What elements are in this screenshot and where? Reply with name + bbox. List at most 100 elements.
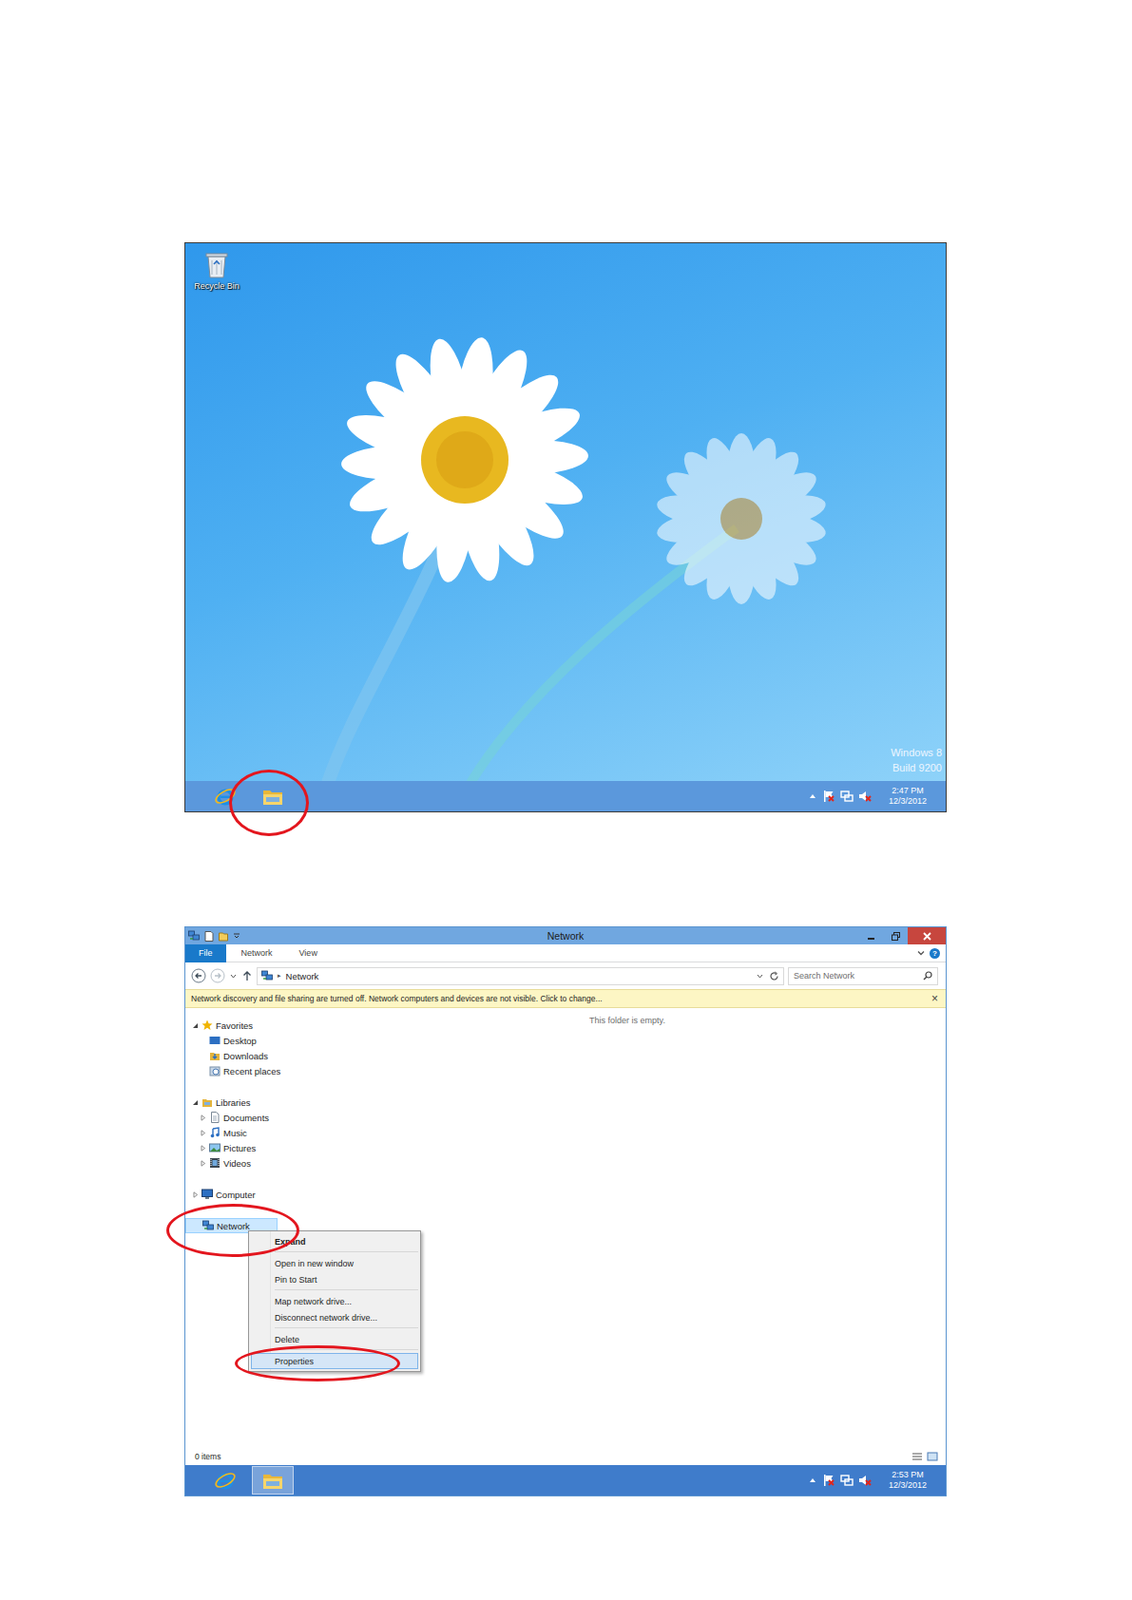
show-hidden-icons-icon[interactable]: [807, 1476, 818, 1486]
caption-buttons: [858, 927, 946, 945]
internet-explorer-button[interactable]: [204, 782, 247, 811]
breadcrumb-separator[interactable]: ▸: [277, 972, 282, 980]
menu-item[interactable]: Open in new window: [250, 1255, 419, 1272]
title-bar: Network: [185, 927, 946, 945]
clock[interactable]: 2:47 PM 12/3/2012: [877, 786, 939, 808]
close-button[interactable]: [907, 927, 946, 945]
nav-item[interactable]: Recent places: [185, 1063, 292, 1079]
ribbon-tab[interactable]: File: [185, 944, 227, 963]
info-bar-close[interactable]: ×: [931, 992, 939, 1006]
large-icons-view-icon[interactable]: [926, 1452, 939, 1462]
network-icon: [188, 930, 200, 942]
recent-icon: [209, 1065, 221, 1077]
nav-item-label: Videos: [223, 1158, 251, 1170]
ribbon-tab[interactable]: Network: [230, 944, 285, 963]
menu-item[interactable]: Disconnect network drive...: [250, 1309, 419, 1326]
restore-icon: [891, 932, 901, 941]
music-icon: [209, 1127, 221, 1139]
nav-item-label: Desktop: [223, 1036, 257, 1047]
internet-explorer-button[interactable]: [204, 1466, 247, 1496]
clock-date: 12/3/2012: [888, 796, 927, 807]
annotation-circle: [229, 769, 309, 837]
restore-button[interactable]: [882, 927, 908, 945]
expand-ribbon-icon[interactable]: [916, 948, 926, 959]
download-icon: [209, 1050, 221, 1062]
menu-item[interactable]: Expand: [250, 1233, 419, 1250]
expander[interactable]: [198, 1145, 207, 1152]
nav-item[interactable]: Documents: [185, 1110, 281, 1126]
recycle-bin-shortcut[interactable]: Recycle Bin: [191, 250, 243, 291]
nav-item[interactable]: Computer: [185, 1187, 268, 1203]
up-arrow-icon[interactable]: [241, 970, 253, 982]
action-center-flag-icon[interactable]: [822, 1474, 836, 1488]
help-button[interactable]: ?: [929, 948, 941, 960]
breadcrumb[interactable]: Network: [286, 971, 320, 982]
folder-icon: [261, 1470, 285, 1492]
nav-item[interactable]: Videos: [185, 1155, 263, 1171]
nav-item[interactable]: Libraries: [185, 1094, 262, 1111]
watermark-line: Build 9200: [892, 762, 942, 774]
expander[interactable]: [191, 1022, 199, 1030]
menu-item[interactable]: Map network drive...: [250, 1293, 419, 1310]
window-title: Network: [547, 930, 585, 942]
document-icon: [209, 1112, 221, 1124]
search-placeholder: Search Network: [793, 971, 855, 981]
close-icon: [922, 932, 932, 941]
details-view-icon[interactable]: [911, 1452, 923, 1462]
refresh-icon[interactable]: [768, 971, 780, 982]
info-bar-message[interactable]: Network discovery and file sharing are t…: [191, 994, 932, 1004]
address-dropdown-icon[interactable]: [755, 972, 765, 981]
address-bar[interactable]: ▸ Network: [256, 967, 785, 986]
nav-item-label: Downloads: [223, 1051, 269, 1062]
navigation-pane: Favorites Desktop Downloads Recent place…: [185, 1008, 309, 1449]
network-icon: [261, 970, 273, 982]
nav-item[interactable]: Downloads: [185, 1048, 280, 1064]
expander[interactable]: [198, 1160, 207, 1168]
clock[interactable]: 2:53 PM 12/3/2012: [877, 1470, 939, 1493]
action-center-flag-icon[interactable]: [822, 789, 836, 804]
recycle-bin-label: Recycle Bin: [193, 281, 240, 291]
network-status-icon[interactable]: [840, 1474, 854, 1488]
menu-separator: [274, 1289, 419, 1291]
search-field[interactable]: Search Network: [787, 967, 939, 986]
navigation-bar: ▸ Network Search Network: [185, 962, 946, 990]
back-button[interactable]: [191, 968, 207, 984]
computer-icon: [201, 1189, 213, 1201]
library-icon: [201, 1096, 213, 1109]
properties-icon[interactable]: [204, 931, 214, 942]
nav-item[interactable]: Favorites: [185, 1017, 265, 1034]
item-count: 0 items: [194, 1452, 221, 1462]
volume-muted-icon[interactable]: [858, 789, 872, 804]
info-bar[interactable]: Network discovery and file sharing are t…: [185, 989, 946, 1009]
minimize-button[interactable]: [858, 927, 883, 945]
menu-item[interactable]: Pin to Start: [250, 1271, 419, 1288]
video-icon: [209, 1157, 221, 1170]
minimize-icon: [866, 932, 876, 941]
expander[interactable]: [198, 1130, 207, 1137]
ribbon-tabs: FileNetworkView ?: [185, 944, 946, 963]
nav-item[interactable]: Music: [185, 1125, 259, 1141]
ribbon-tab[interactable]: View: [287, 944, 329, 963]
nav-item-label: Documents: [223, 1112, 269, 1124]
forward-button[interactable]: [210, 968, 226, 984]
network-icon: [202, 1220, 214, 1232]
menu-item[interactable]: Delete: [250, 1331, 419, 1348]
recycle-bin-icon: [203, 250, 231, 280]
nav-item[interactable]: Desktop: [185, 1033, 269, 1049]
folder-icon: [261, 786, 285, 807]
network-status-icon[interactable]: [840, 789, 854, 804]
customize-toolbar-icon[interactable]: [232, 932, 241, 941]
volume-muted-icon[interactable]: [858, 1474, 872, 1488]
context-menu: Expand Open in new windowPin to Start Map …: [248, 1230, 422, 1373]
expander[interactable]: [198, 1114, 207, 1122]
expander[interactable]: [191, 1191, 199, 1199]
menu-item[interactable]: Properties: [250, 1353, 419, 1370]
expander[interactable]: [191, 1099, 199, 1107]
clock-time: 2:53 PM: [891, 1470, 924, 1481]
file-explorer-button[interactable]: [251, 782, 294, 811]
recent-locations-icon[interactable]: [229, 972, 238, 981]
file-explorer-button[interactable]: [251, 1466, 294, 1496]
nav-item[interactable]: Pictures: [185, 1140, 268, 1156]
new-folder-icon[interactable]: [218, 931, 229, 942]
show-hidden-icons-icon[interactable]: [807, 791, 818, 802]
